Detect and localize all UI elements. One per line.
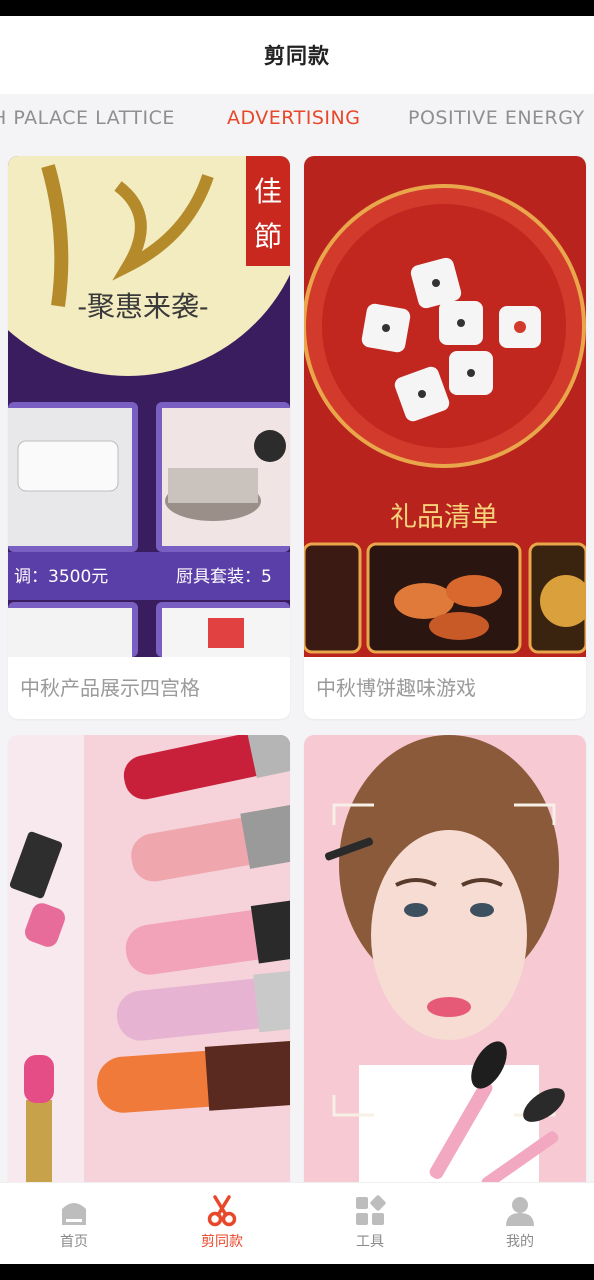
thumb-price-1: 调：3500元: [14, 567, 108, 587]
page-title: 剪同款: [264, 44, 330, 68]
system-nav-bar: [0, 1264, 594, 1280]
tab-positive-energy[interactable]: POSITIVE ENERGY: [408, 94, 585, 142]
template-thumbnail: 礼品清单: [304, 156, 586, 657]
tab-advertising[interactable]: ADVERTISING: [227, 94, 360, 142]
home-icon: [62, 1203, 86, 1225]
bottom-nav: 首页 剪同款 工具 我的: [0, 1182, 594, 1264]
nav-tools[interactable]: 工具: [296, 1183, 444, 1264]
thumb-gift-list: 礼品清单: [390, 502, 498, 533]
nav-mine-label: 我的: [506, 1234, 534, 1250]
scissors-icon: [207, 1195, 237, 1227]
svg-text:佳: 佳: [254, 175, 282, 208]
nav-mine[interactable]: 我的: [446, 1183, 594, 1264]
template-card[interactable]: [304, 735, 586, 1205]
template-thumbnail: 佳 節 -聚惠来袭- 调：3500元 厨具套装：5: [8, 156, 290, 657]
mid-autumn-product-thumbnail: 佳 節 -聚惠来袭- 调：3500元 厨具套装：5: [8, 156, 290, 657]
dice-game-thumbnail: 礼品清单: [304, 156, 586, 657]
nav-cut-same-label: 剪同款: [201, 1234, 243, 1250]
nav-cut-same[interactable]: 剪同款: [148, 1183, 296, 1264]
tools-grid-icon: [356, 1195, 386, 1225]
tab-palace-lattice[interactable]: H PALACE LATTICE: [0, 94, 175, 142]
user-icon: [506, 1197, 534, 1226]
template-card[interactable]: 佳 節 -聚惠来袭- 调：3500元 厨具套装：5 中秋产品展示四宫格: [8, 156, 290, 719]
category-tabs: H PALACE LATTICE ADVERTISING POSITIVE EN…: [0, 94, 594, 142]
template-caption: 中秋博饼趣味游戏: [316, 676, 476, 700]
svg-text:節: 節: [254, 220, 282, 253]
thumb-subtitle: -聚惠来袭-: [78, 290, 209, 323]
template-thumbnail: [304, 735, 586, 1205]
makeup-model-thumbnail: [304, 735, 586, 1205]
app-screen: 剪同款 H PALACE LATTICE ADVERTISING POSITIV…: [0, 16, 594, 1264]
nav-home-label: 首页: [60, 1234, 88, 1250]
template-thumbnail: [8, 735, 290, 1205]
thumb-price-2: 厨具套装：5: [176, 567, 272, 587]
lipstick-thumbnail: [8, 735, 290, 1205]
template-card[interactable]: [8, 735, 290, 1205]
template-card[interactable]: 礼品清单 中秋博饼趣味游戏: [304, 156, 586, 719]
header: 剪同款: [0, 16, 594, 94]
template-caption: 中秋产品展示四宫格: [20, 676, 200, 700]
status-bar: [0, 0, 594, 16]
nav-home[interactable]: 首页: [0, 1183, 148, 1264]
nav-tools-label: 工具: [356, 1234, 384, 1250]
